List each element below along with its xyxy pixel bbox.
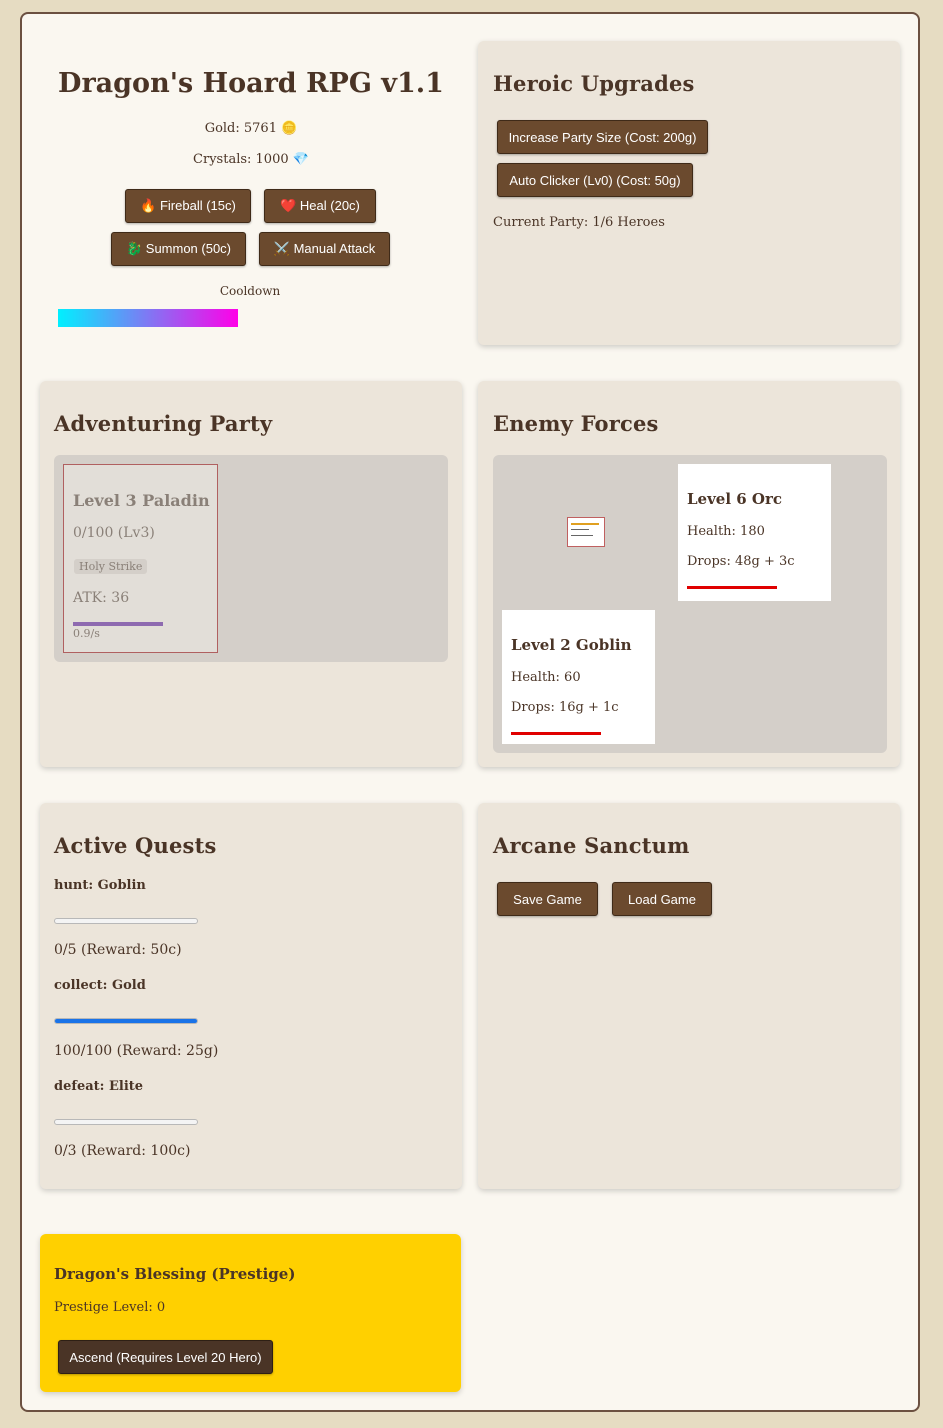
cooldown-label: Cooldown (219, 284, 281, 298)
enemy-name: Level 2 Goblin (511, 636, 632, 654)
hero-attack-bar (73, 622, 163, 626)
crystals-display: Crystals: 1000 💎 (193, 152, 309, 167)
heal-button[interactable]: ❤️ Heal (20c) (264, 189, 376, 223)
quest-name: hunt: Goblin (54, 878, 146, 893)
prestige-title: Dragon's Blessing (Prestige) (54, 1265, 296, 1283)
quests-title: Active Quests (54, 833, 217, 858)
cooldown-bar (58, 309, 238, 327)
gold-display: Gold: 5761 🪙 (204, 121, 298, 136)
enemy-card[interactable]: Level 2 Goblin Health: 60 Drops: 16g + 1… (502, 610, 655, 744)
hero-card[interactable]: Level 3 Paladin 0/100 (Lv3) Holy Strike … (63, 464, 218, 653)
prestige-panel: Dragon's Blessing (Prestige) Prestige Le… (40, 1234, 461, 1392)
game-title: Dragon's Hoard RPG v1.1 (58, 68, 444, 99)
enemy-container: Level 6 Orc Health: 180 Drops: 48g + 3c … (493, 455, 887, 753)
hero-attack-speed: 0.9/s (73, 627, 100, 640)
enemy-drops: Drops: 48g + 3c (687, 554, 795, 569)
enemy-name: Level 6 Orc (687, 490, 783, 508)
quest-name: collect: Gold (54, 978, 146, 993)
hero-attack-bar-track (73, 622, 163, 626)
quest-progress-bar (54, 1119, 198, 1125)
prestige-level: Prestige Level: 0 (54, 1300, 166, 1315)
quest-progress-bar (54, 1018, 198, 1024)
summon-button[interactable]: 🐉 Summon (50c) (111, 232, 246, 266)
load-game-button[interactable]: Load Game (612, 882, 712, 916)
enemy-panel: Enemy Forces Level 6 Orc Health: 180 Dro… (478, 381, 900, 767)
quest-name: defeat: Elite (54, 1079, 144, 1094)
enemy-health-bar (687, 586, 777, 589)
hero-name: Level 3 Paladin (73, 491, 210, 510)
party-panel: Adventuring Party Level 3 Paladin 0/100 … (40, 381, 462, 767)
ascend-button[interactable]: Ascend (Requires Level 20 Hero) (58, 1340, 273, 1374)
enemy-card[interactable]: Level 6 Orc Health: 180 Drops: 48g + 3c (678, 464, 831, 601)
quest-progress-bar (54, 918, 198, 924)
quests-panel: Active Quests hunt: Goblin 0/5 (Reward: … (40, 803, 462, 1189)
quest-progress-text: 0/5 (Reward: 50c) (54, 942, 182, 958)
hero-attack: ATK: 36 (73, 590, 130, 606)
enemy-thumbnail (567, 517, 605, 547)
current-party-text: Current Party: 1/6 Heroes (493, 215, 665, 230)
enemy-title: Enemy Forces (493, 411, 659, 436)
upgrades-panel: Heroic Upgrades Increase Party Size (Cos… (478, 41, 900, 345)
auto-clicker-button[interactable]: Auto Clicker (Lv0) (Cost: 50g) (497, 163, 693, 197)
party-container: Level 3 Paladin 0/100 (Lv3) Holy Strike … (54, 455, 448, 662)
quest-progress-text: 100/100 (Reward: 25g) (54, 1043, 219, 1059)
enemy-drops: Drops: 16g + 1c (511, 700, 619, 715)
hero-skill-badge: Holy Strike (74, 559, 148, 574)
quest-progress-text: 0/3 (Reward: 100c) (54, 1143, 191, 1159)
manual-attack-button[interactable]: ⚔️ Manual Attack (259, 232, 390, 266)
save-game-button[interactable]: Save Game (497, 882, 598, 916)
fireball-button[interactable]: 🔥 Fireball (15c) (125, 189, 251, 223)
enemy-health-bar (511, 732, 601, 735)
sanctum-panel: Arcane Sanctum Save Game Load Game (478, 803, 900, 1189)
increase-party-size-button[interactable]: Increase Party Size (Cost: 200g) (497, 120, 708, 154)
upgrades-title: Heroic Upgrades (493, 71, 695, 96)
sanctum-title: Arcane Sanctum (493, 833, 690, 858)
enemy-health: Health: 180 (687, 524, 765, 539)
hero-xp: 0/100 (Lv3) (73, 525, 155, 541)
enemy-health: Health: 60 (511, 670, 581, 685)
party-title: Adventuring Party (54, 411, 273, 436)
